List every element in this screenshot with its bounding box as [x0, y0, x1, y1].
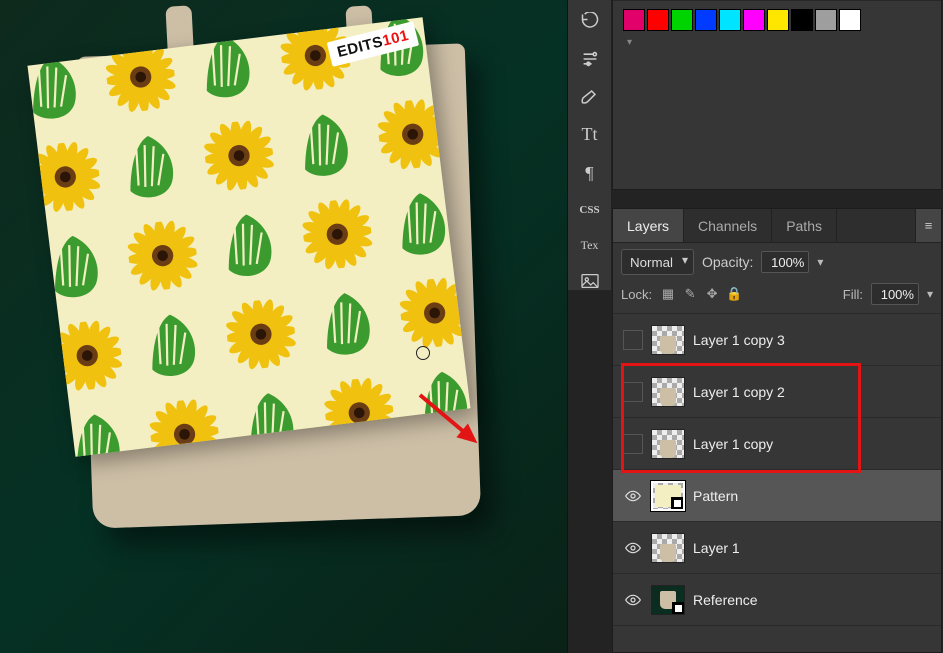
swatches-expand-icon[interactable]: ▾	[613, 35, 941, 50]
swatch[interactable]	[719, 9, 741, 31]
fill-caret-icon[interactable]: ▾	[927, 287, 933, 301]
layer-row[interactable]: Layer 1 copy 2	[613, 366, 941, 418]
swatch[interactable]	[839, 9, 861, 31]
layer-row[interactable]: Layer 1 copy	[613, 418, 941, 470]
fill-input[interactable]	[871, 283, 919, 305]
layer-thumbnail[interactable]	[651, 533, 685, 563]
layer-row[interactable]: Pattern	[613, 470, 941, 522]
layer-name-label[interactable]: Reference	[693, 592, 758, 608]
swatch-row	[613, 1, 941, 35]
type-icon[interactable]: Tt	[575, 124, 605, 145]
fill-label: Fill:	[843, 287, 863, 302]
opacity-caret-icon[interactable]: ▾	[817, 255, 823, 269]
layer-thumbnail[interactable]	[651, 481, 685, 511]
lock-icons[interactable]: ▦ ✎ ✥ 🔒	[660, 286, 742, 302]
blend-mode-select[interactable]: Normal	[621, 249, 694, 275]
tab-paths[interactable]: Paths	[772, 209, 837, 242]
swatch[interactable]	[791, 9, 813, 31]
layer-name-label[interactable]: Pattern	[693, 488, 738, 504]
css-export-icon[interactable]: CSS	[575, 202, 605, 220]
tab-channels[interactable]: Channels	[684, 209, 772, 242]
layer-row[interactable]: Layer 1	[613, 522, 941, 574]
layer-list: Layer 1 copy 3 Layer 1 copy 2 Layer 1 copy…	[613, 314, 941, 626]
lock-move-icon[interactable]: ✥	[704, 286, 720, 302]
visibility-eye-icon[interactable]	[623, 434, 643, 454]
pattern-layer[interactable]: EDITS101	[27, 17, 470, 457]
lock-brush-icon[interactable]: ✎	[682, 286, 698, 302]
visibility-eye-icon[interactable]	[623, 330, 643, 350]
document-canvas[interactable]: EDITS101	[0, 0, 568, 653]
lock-pixels-icon[interactable]: ▦	[660, 286, 676, 302]
history-icon[interactable]	[575, 12, 605, 32]
tex-export-icon[interactable]: Tex	[575, 237, 605, 255]
layer-row[interactable]: Layer 1 copy 3	[613, 314, 941, 366]
layer-thumbnail[interactable]	[651, 377, 685, 407]
swatch[interactable]	[647, 9, 669, 31]
layer-thumbnail[interactable]	[651, 429, 685, 459]
paragraph-icon[interactable]: ¶	[575, 163, 605, 184]
swatch[interactable]	[815, 9, 837, 31]
visibility-eye-icon[interactable]	[623, 538, 643, 558]
layer-name-label[interactable]: Layer 1 copy 3	[693, 332, 785, 348]
layer-name-label[interactable]: Layer 1 copy 2	[693, 384, 785, 400]
panel-menu-icon[interactable]: ≡	[915, 209, 941, 242]
lock-all-icon[interactable]: 🔒	[726, 286, 742, 302]
brush-cursor-icon	[416, 346, 430, 360]
swatch[interactable]	[671, 9, 693, 31]
swatch[interactable]	[623, 9, 645, 31]
swatch[interactable]	[695, 9, 717, 31]
layer-thumbnail[interactable]	[651, 325, 685, 355]
visibility-eye-icon[interactable]	[623, 486, 643, 506]
swatches-panel: Swatches ▾	[612, 0, 942, 190]
swatch[interactable]	[767, 9, 789, 31]
lock-label: Lock:	[621, 287, 652, 302]
layer-thumbnail[interactable]	[651, 585, 685, 615]
layer-row[interactable]: Reference	[613, 574, 941, 626]
tab-layers[interactable]: Layers	[613, 209, 684, 242]
layers-panel: Layers Channels Paths ≡ Normal Opacity: …	[612, 208, 942, 653]
properties-icon[interactable]	[575, 50, 605, 68]
layer-name-label[interactable]: Layer 1	[693, 540, 740, 556]
brush-icon[interactable]	[575, 86, 605, 106]
tool-strip: Tt ¶ CSS Tex	[568, 0, 612, 290]
swatch[interactable]	[743, 9, 765, 31]
visibility-eye-icon[interactable]	[623, 590, 643, 610]
layer-name-label[interactable]: Layer 1 copy	[693, 436, 773, 452]
opacity-input[interactable]	[761, 251, 809, 273]
panel-tabs: Layers Channels Paths ≡	[613, 209, 941, 243]
image-icon[interactable]	[575, 273, 605, 291]
opacity-label: Opacity:	[702, 254, 753, 270]
visibility-eye-icon[interactable]	[623, 382, 643, 402]
